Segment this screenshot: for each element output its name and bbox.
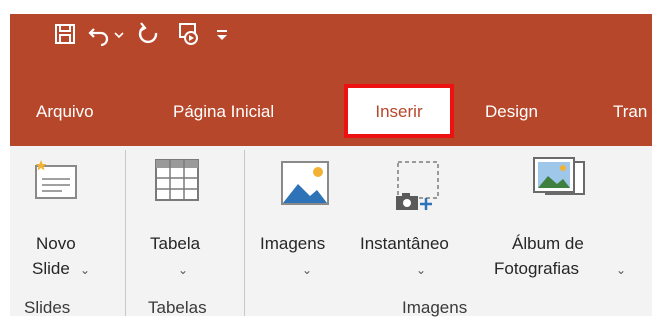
photo-album-button[interactable]: Álbum de Fotografias ⌄ bbox=[490, 150, 630, 290]
tab-inserir[interactable]: Inserir bbox=[344, 84, 454, 138]
tab-pagina-inicial[interactable]: Página Inicial bbox=[173, 100, 274, 124]
chevron-down-icon: ⌄ bbox=[178, 263, 189, 277]
group-label-slides: Slides bbox=[24, 298, 71, 317]
group-separator bbox=[125, 150, 126, 316]
screenshot-icon bbox=[396, 161, 439, 210]
chevron-down-icon: ⌄ bbox=[616, 263, 627, 277]
photo-album-label-2: Fotografias bbox=[494, 259, 580, 278]
group-label-tabelas: Tabelas bbox=[148, 298, 207, 317]
pictures-label: Imagens bbox=[260, 234, 326, 253]
table-button[interactable]: Tabela ⌄ bbox=[140, 150, 230, 290]
photo-album-label-1: Álbum de bbox=[512, 234, 584, 253]
save-icon[interactable] bbox=[52, 21, 78, 47]
new-slide-label-2: Slide bbox=[32, 259, 70, 278]
picture-icon bbox=[281, 161, 329, 205]
tab-design[interactable]: Design bbox=[485, 100, 538, 124]
new-slide-icon bbox=[35, 160, 77, 199]
tab-arquivo[interactable]: Arquivo bbox=[36, 100, 94, 124]
new-slide-label-1: Novo bbox=[36, 234, 76, 253]
table-label: Tabela bbox=[150, 234, 201, 253]
group-separator bbox=[244, 150, 245, 316]
screenshot-label: Instantâneo bbox=[360, 234, 449, 253]
tab-transicoes[interactable]: Tran bbox=[613, 100, 647, 124]
group-label-imagens: Imagens bbox=[402, 298, 468, 317]
chevron-down-icon: ⌄ bbox=[80, 263, 91, 277]
photo-album-icon bbox=[533, 157, 585, 195]
chevron-down-icon: ⌄ bbox=[302, 263, 313, 277]
pictures-button[interactable]: Imagens ⌄ bbox=[258, 150, 356, 290]
screenshot-button[interactable]: Instantâneo ⌄ bbox=[360, 150, 480, 290]
customize-qat-icon[interactable] bbox=[214, 21, 230, 47]
redo-icon[interactable] bbox=[136, 21, 162, 47]
new-slide-button[interactable]: Novo Slide ⌄ bbox=[28, 150, 108, 290]
undo-icon[interactable] bbox=[86, 21, 112, 47]
tab-inserir-label: Inserir bbox=[375, 102, 423, 121]
undo-dropdown-icon[interactable] bbox=[112, 21, 126, 47]
present-from-beginning-icon[interactable] bbox=[176, 21, 202, 47]
table-icon bbox=[155, 159, 199, 201]
chevron-down-icon: ⌄ bbox=[416, 263, 427, 277]
